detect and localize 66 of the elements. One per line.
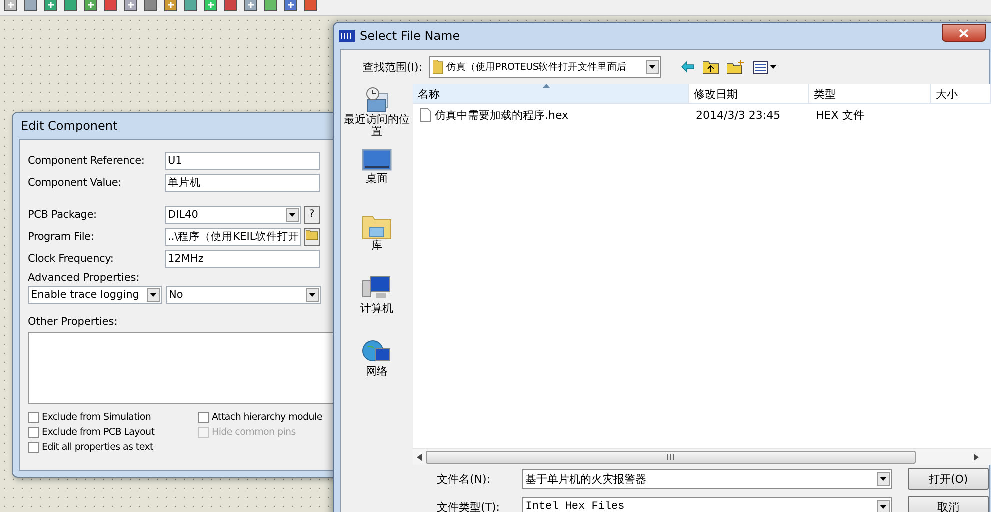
toolbar-square-icon[interactable] xyxy=(124,0,138,12)
open-button[interactable]: 打开(O) xyxy=(908,468,989,490)
toolbar-square-icon[interactable] xyxy=(4,0,18,12)
toolbar-square-icon[interactable] xyxy=(244,0,258,12)
monitor-icon xyxy=(362,149,392,173)
new-folder-icon[interactable] xyxy=(726,60,745,74)
document-icon xyxy=(420,108,431,122)
folder-icon xyxy=(306,230,318,240)
field-label: PCB Package: xyxy=(28,208,98,220)
help-button[interactable]: ? xyxy=(304,206,320,224)
section-label: Other Properties: xyxy=(28,316,119,328)
dropdown-arrow-icon[interactable] xyxy=(150,293,157,297)
toolbar-square-icon[interactable] xyxy=(44,0,58,12)
file-path-field[interactable]: ..\程序（使用KEIL软件打开 xyxy=(165,228,301,246)
file-type-dropdown[interactable]: Intel Hex Files xyxy=(522,497,892,512)
toolbar-square-icon[interactable] xyxy=(84,0,98,12)
dropdown-arrow-icon[interactable] xyxy=(880,477,888,481)
text-field[interactable]: U1 xyxy=(165,152,320,170)
window-title: Edit Component xyxy=(20,118,118,135)
close-icon xyxy=(959,28,969,38)
column-header[interactable]: 名称 xyxy=(413,84,689,103)
scroll-left-arrow-icon[interactable] xyxy=(417,454,422,460)
field-label: Program File: xyxy=(28,230,96,242)
dropdown-arrow-icon[interactable] xyxy=(289,212,296,216)
folder-dropdown[interactable]: 仿真（使用PROTEUS软件打开文件里面后 xyxy=(428,56,661,78)
horizontal-scrollbar[interactable] xyxy=(413,448,991,465)
app-logo-icon xyxy=(339,30,355,42)
text-field[interactable]: 单片机 xyxy=(165,174,320,192)
scroll-right-arrow-icon[interactable] xyxy=(974,454,979,460)
dropdown-field[interactable]: DIL40 xyxy=(165,206,301,224)
field-label: 查找范围(I): xyxy=(363,60,423,74)
back-arrow-icon[interactable] xyxy=(680,61,695,73)
toolbar-square-icon[interactable] xyxy=(164,0,178,12)
places-item[interactable]: 桌面 xyxy=(342,149,412,206)
field-label: 文件名(N): xyxy=(437,472,492,486)
window-title: Select File Name xyxy=(360,29,462,43)
field-label: 文件类型(T): xyxy=(437,500,502,512)
file-row[interactable]: 仿真中需要加载的程序.hex 2014/3/3 23:45 HEX 文件 xyxy=(413,104,991,126)
dropdown-arrow-icon[interactable] xyxy=(880,505,888,509)
field-label: Clock Frequency: xyxy=(28,252,115,264)
cancel-button[interactable]: 取消 xyxy=(908,496,989,512)
checkbox[interactable]: Exclude from PCB Layout xyxy=(28,425,198,440)
folder-icon xyxy=(432,60,443,74)
field-label: Component Value: xyxy=(28,176,122,188)
property-dropdown[interactable]: Enable trace logging xyxy=(28,286,162,304)
toolbar-square-icon[interactable] xyxy=(284,0,298,12)
browse-button[interactable] xyxy=(304,228,320,246)
up-folder-icon[interactable] xyxy=(702,60,719,74)
value-dropdown[interactable]: No xyxy=(166,286,321,304)
grip-icon xyxy=(667,454,675,460)
places-item[interactable]: 计算机 xyxy=(342,275,412,332)
sort-caret-icon xyxy=(543,84,550,88)
file-name-field[interactable]: 基于单片机的火灾报警器 xyxy=(522,469,892,489)
field-label: Component Reference: xyxy=(28,154,146,166)
close-button[interactable] xyxy=(942,24,986,42)
places-item[interactable]: 最近访问的位置 xyxy=(342,86,412,143)
places-item[interactable]: 网络 xyxy=(342,338,412,395)
checkbox[interactable]: Exclude from Simulation xyxy=(28,410,198,425)
dropdown-arrow-icon[interactable] xyxy=(309,293,316,297)
dropdown-arrow-icon[interactable] xyxy=(648,65,656,69)
section-label: Advanced Properties: xyxy=(28,272,141,284)
toolbar-square-icon[interactable] xyxy=(204,0,218,12)
checkbox[interactable]: Edit all properties as text xyxy=(28,440,198,455)
places-item[interactable]: 库 xyxy=(342,212,412,269)
view-menu-icon[interactable] xyxy=(752,60,777,74)
text-field[interactable]: 12MHz xyxy=(165,250,320,268)
